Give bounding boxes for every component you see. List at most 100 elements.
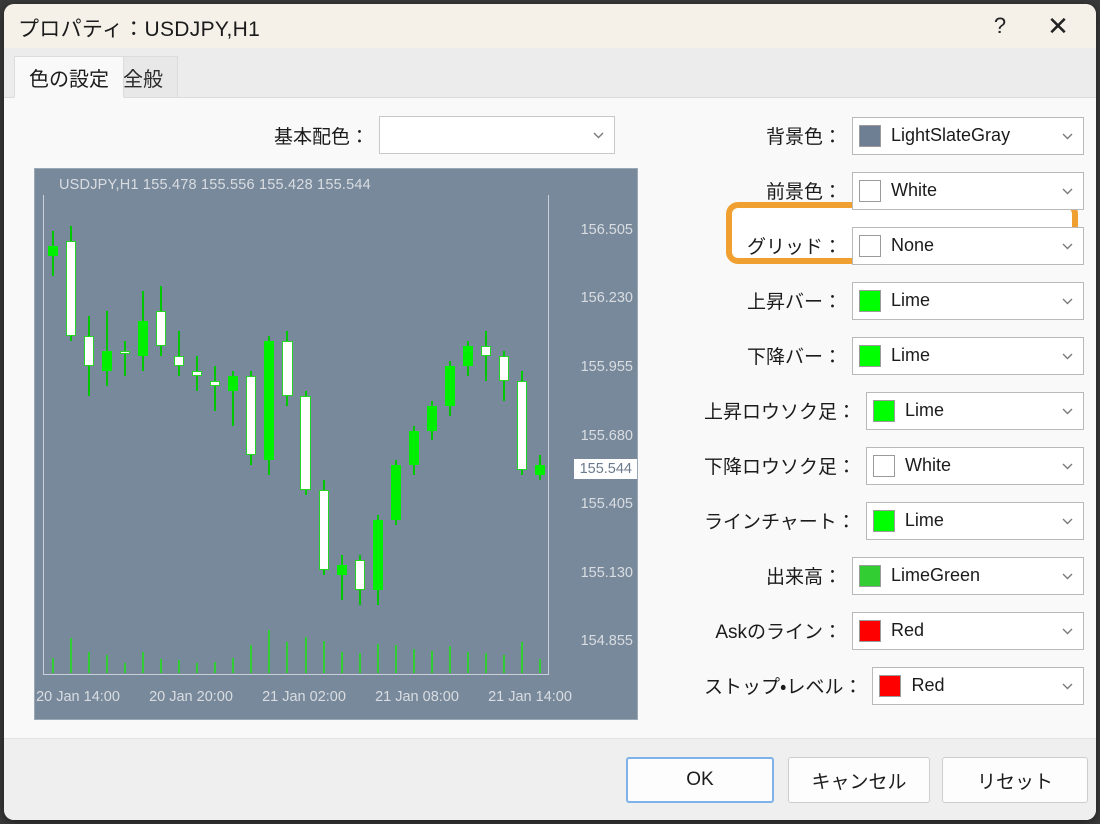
color-swatch [859,179,881,202]
time-tick-label: 21 Jan 08:00 [375,689,459,705]
color-value-label: Lime [904,510,944,530]
color-value-label: White [891,180,938,200]
price-tick-label: 155.680 [580,427,633,444]
candle-body [426,405,437,431]
color-dropdown[interactable]: Red [872,666,1084,705]
help-icon[interactable]: ? [972,4,1028,48]
current-price-label: 155.544 [573,459,637,480]
properties-dialog: プロパティ：USDJPY,H1 ? ✕ 色の設定 全般 基本配色： USDJPY… [4,4,1096,820]
color-value-label: Lime [891,345,931,365]
volume-bar [484,653,487,673]
candle-body [354,560,365,591]
chevron-down-icon [592,129,605,142]
basic-scheme-dropdown[interactable] [379,116,616,154]
color-value-label: None [891,235,935,255]
reset-button[interactable]: リセット [942,757,1088,803]
candle-body [300,395,311,491]
ok-button[interactable]: OK [626,757,774,803]
color-swatch [859,344,881,367]
candle-body [66,240,77,336]
footer-bar: OK キャンセル リセット [4,738,1096,820]
candle-body [390,465,401,521]
candle-body [498,355,509,381]
close-icon[interactable]: ✕ [1030,4,1086,48]
chevron-down-icon [1061,294,1074,307]
color-dropdown[interactable]: White [852,171,1084,210]
candle-body [462,345,473,366]
time-tick-label: 21 Jan 02:00 [262,689,346,705]
chevron-down-icon [1061,404,1074,417]
dialog-body: 基本配色： USDJPY,H1 155.478 155.556 155.428 … [4,98,1096,746]
plot-frame [43,195,549,675]
color-value-label: White [905,455,952,475]
color-swatch [859,289,881,312]
price-tick-label: 156.505 [580,221,633,238]
color-value-label: Red [911,675,945,695]
tab-color-settings[interactable]: 色の設定 [14,56,124,98]
tab-color-settings-label: 色の設定 [29,68,109,91]
color-dropdown[interactable]: Lime [866,391,1084,430]
price-tick-label: 156.230 [580,290,633,307]
cancel-button[interactable]: キャンセル [788,757,930,803]
color-dropdown[interactable]: Lime [852,281,1084,320]
volume-bar [232,657,235,673]
color-dropdown[interactable]: LimeGreen [852,556,1084,595]
color-dropdown[interactable]: Lime [852,336,1084,375]
candle-body [444,365,455,406]
color-setting-label: ストップ・レベル： [704,677,863,698]
color-dropdown[interactable]: LightSlateGray [852,116,1084,155]
color-setting-label: 下降バー： [746,347,842,368]
candle-wick [214,365,217,411]
candle-body [192,370,203,376]
color-swatch [859,619,881,642]
candle-wick [124,340,127,376]
color-swatch [859,234,881,257]
volume-bar [304,636,307,673]
volume-bar [412,649,415,673]
basic-scheme-label: 基本配色： [274,126,370,148]
color-setting-label: Askのライン： [715,622,842,643]
color-setting-label: ラインチャート： [704,512,856,533]
candle-body [318,490,329,571]
volume-bar [106,654,109,673]
candle-body [174,355,185,366]
price-axis: 156.505 156.230 155.955 155.680 155.405 155.1… [549,169,637,719]
color-setting-label: 出来高： [765,567,842,588]
color-value-label: Lime [905,400,945,420]
volume-bar [430,650,433,673]
color-setting-row: グリッド： None [704,218,1084,273]
color-swatch [873,454,896,477]
color-value-label: LimeGreen [891,565,981,585]
tab-general-label: 全般 [123,68,163,91]
candle-wick [178,330,181,376]
price-tick-label: 155.405 [580,496,633,513]
color-setting-row: ストップ・レベル： Red [704,658,1084,713]
volume-bar [358,653,361,673]
volume-bar [520,642,523,673]
candle-body [282,340,293,396]
color-dropdown[interactable]: Red [852,611,1084,650]
volume-bar [250,645,253,673]
color-dropdown[interactable]: White [866,446,1084,485]
color-setting-label: 背景色： [765,127,842,148]
color-setting-row: 出来高： LimeGreen [704,548,1084,603]
volume-bar [322,640,325,673]
tab-strip: 色の設定 全般 [4,48,1096,98]
color-setting-row: ラインチャート： Lime [704,493,1084,548]
candle-body [228,375,239,391]
volume-bar [70,638,73,673]
volume-bar [286,642,289,673]
color-setting-row: 下降ロウソク足： White [704,438,1084,493]
color-setting-row: Askのライン： Red [704,603,1084,658]
candle-wick [484,330,487,381]
volume-bar [538,659,541,673]
color-setting-row: 前景色： White [704,163,1084,218]
chevron-down-icon [1061,459,1074,472]
candle-body [480,345,491,356]
volume-bar [160,659,163,673]
color-dropdown[interactable]: None [852,226,1084,265]
color-value-label: Lime [891,290,931,310]
color-dropdown[interactable]: Lime [865,501,1084,540]
color-setting-label: 上昇バー： [746,292,842,313]
volume-bar [466,652,469,673]
